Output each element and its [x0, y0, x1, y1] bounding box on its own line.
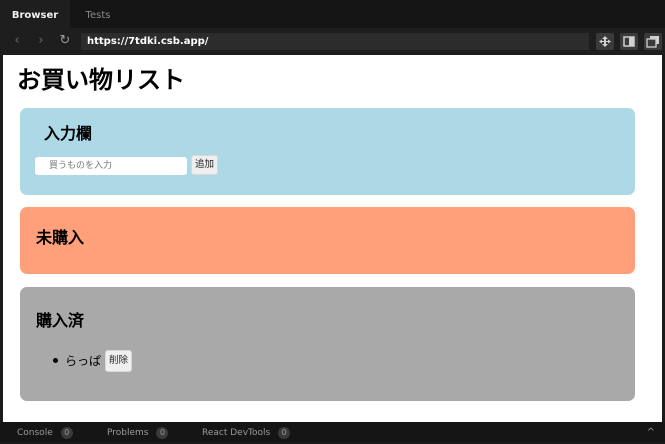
input-section-heading: 入力欄 — [44, 124, 93, 143]
move-icon[interactable] — [596, 33, 614, 50]
done-section-heading: 購入済 — [36, 311, 85, 330]
page-title: お買い物リスト — [17, 66, 185, 94]
problems-count-badge: 0 — [156, 426, 169, 439]
list-item-text: らっぱ — [65, 354, 102, 368]
reload-icon[interactable]: ↻ — [58, 34, 72, 48]
console-tab[interactable]: Console 0 — [17, 422, 73, 442]
expand-devtools-icon[interactable]: ^ — [647, 422, 655, 442]
url-field[interactable]: https://7tdki.csb.app/ — [81, 33, 589, 50]
input-section: 入力欄 追加 — [20, 108, 635, 195]
console-count-badge: 0 — [60, 426, 73, 439]
pending-section-heading: 未購入 — [36, 228, 85, 247]
new-window-icon[interactable] — [644, 33, 662, 50]
add-button[interactable]: 追加 — [191, 155, 218, 175]
pending-section: 未購入 — [20, 207, 635, 274]
browser-tab-bar: Browser Tests — [0, 0, 665, 28]
tab-browser[interactable]: Browser — [0, 0, 70, 28]
address-bar-row: ‹ › ↻ https://7tdki.csb.app/ — [0, 28, 665, 55]
item-input[interactable] — [35, 157, 187, 175]
tab-tests[interactable]: Tests — [70, 0, 126, 28]
problems-label: Problems — [107, 428, 149, 438]
problems-tab[interactable]: Problems 0 — [107, 422, 169, 442]
react-devtools-label: React DevTools — [202, 428, 271, 438]
split-view-icon[interactable] — [620, 33, 638, 50]
bullet-dot — [53, 358, 58, 363]
back-icon[interactable]: ‹ — [10, 34, 24, 48]
delete-button[interactable]: 削除 — [105, 350, 132, 372]
forward-icon[interactable]: › — [34, 34, 48, 48]
react-devtools-tab[interactable]: React DevTools 0 — [202, 422, 291, 442]
browser-viewport: お買い物リスト 入力欄 追加 未購入 購入済 らっぱ 削除 — [3, 55, 662, 422]
console-label: Console — [17, 428, 53, 438]
devtools-bar: Console 0 Problems 0 React DevTools 0 ^ — [0, 422, 665, 442]
done-section: 購入済 らっぱ 削除 — [20, 287, 635, 401]
react-devtools-count-badge: 0 — [278, 426, 291, 439]
